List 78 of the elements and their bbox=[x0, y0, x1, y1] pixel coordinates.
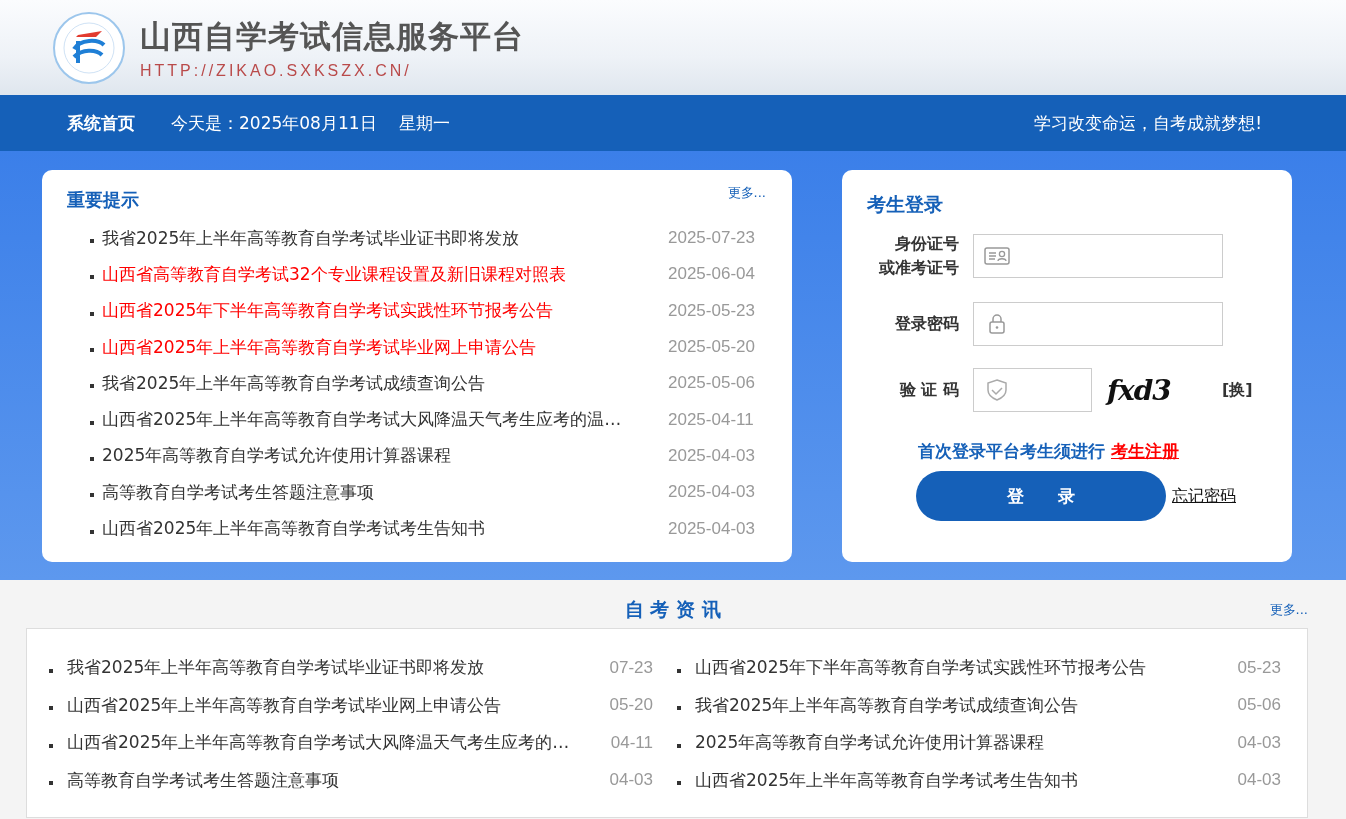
news-link[interactable]: 我省2025年上半年高等教育自学考试毕业证书即将发放 bbox=[67, 656, 596, 680]
notice-date: 2025-04-11 bbox=[668, 409, 755, 430]
notice-link[interactable]: 高等教育自学考试考生答题注意事项 bbox=[102, 480, 660, 504]
more-link[interactable]: 更多... bbox=[1269, 601, 1308, 619]
site-url: HTTP://ZIKAO.SXKSZX.CN/ bbox=[140, 61, 413, 80]
weekday-text: 星期一 bbox=[398, 111, 450, 135]
bullet-icon bbox=[49, 743, 53, 748]
notice-date: 2025-06-04 bbox=[668, 264, 756, 285]
register-link[interactable]: 考生注册 bbox=[1111, 440, 1179, 463]
notice-date: 2025-05-20 bbox=[668, 337, 756, 358]
date-text: 今天是：2025年08月11日 bbox=[171, 111, 377, 135]
news-link[interactable]: 高等教育自学考试考生答题注意事项 bbox=[67, 768, 596, 792]
notice-link[interactable]: 我省2025年上半年高等教育自学考试成绩查询公告 bbox=[102, 371, 660, 395]
home-link[interactable]: 系统首页 bbox=[67, 111, 135, 135]
news-link[interactable]: 山西省2025年上半年高等教育自学考试大风降温天气考生应考的… bbox=[67, 731, 597, 755]
bullet-icon bbox=[90, 456, 94, 461]
notice-date: 2025-04-03 bbox=[668, 445, 756, 466]
notice-date: 2025-07-23 bbox=[668, 228, 756, 249]
notice-link[interactable]: 我省2025年上半年高等教育自学考试毕业证书即将发放 bbox=[102, 226, 660, 250]
login-button[interactable]: 登 录 bbox=[916, 471, 1166, 521]
news-date: 04-03 bbox=[1237, 732, 1281, 753]
news-date: 04-03 bbox=[609, 770, 653, 791]
news-date: 04-11 bbox=[610, 732, 653, 753]
notices-title: 重要提示 bbox=[67, 188, 139, 212]
bullet-icon bbox=[49, 668, 53, 673]
field-label: 验 证 码 bbox=[898, 379, 959, 401]
field-label: 身份证号 bbox=[895, 233, 959, 255]
notice-link[interactable]: 山西省2025年上半年高等教育自学考试大风降温天气考生应考的温… bbox=[102, 408, 660, 432]
news-date: 05-20 bbox=[609, 695, 653, 716]
bullet-icon bbox=[677, 781, 681, 786]
notice-link[interactable]: 山西省高等教育自学考试32个专业课程设置及新旧课程对照表 bbox=[102, 262, 660, 286]
notice-link[interactable]: 山西省2025年上半年高等教育自学考试毕业网上申请公告 bbox=[102, 335, 660, 359]
slogan-text: 学习改变命运，自考成就梦想! bbox=[1034, 111, 1262, 135]
notice-date: 2025-05-06 bbox=[668, 373, 756, 394]
news-date: 05-23 bbox=[1237, 657, 1281, 678]
id-input-field[interactable] bbox=[973, 234, 1223, 278]
news-link[interactable]: 山西省2025年上半年高等教育自学考试考生告知书 bbox=[695, 768, 1224, 792]
bullet-icon bbox=[90, 493, 94, 498]
id-card-icon bbox=[984, 245, 1010, 267]
login-title: 考生登录 bbox=[867, 192, 944, 217]
news-link[interactable]: 山西省2025年下半年高等教育自学考试实践性环节报考公告 bbox=[695, 656, 1224, 680]
notice-link[interactable]: 2025年高等教育自学考试允许使用计算器课程 bbox=[102, 444, 660, 468]
captcha-image: fxd3 bbox=[1107, 373, 1172, 407]
notice-link[interactable]: 山西省2025年上半年高等教育自学考试考生告知书 bbox=[102, 517, 660, 540]
bullet-icon bbox=[90, 275, 94, 280]
news-link[interactable]: 山西省2025年上半年高等教育自学考试毕业网上申请公告 bbox=[67, 693, 596, 717]
site-title: 山西自学考试信息服务平台 bbox=[140, 16, 524, 56]
more-link[interactable]: 更多... bbox=[727, 184, 766, 202]
notice-date: 2025-04-03 bbox=[668, 482, 756, 503]
field-label: 登录密码 bbox=[894, 313, 959, 335]
news-link[interactable]: 2025年高等教育自学考试允许使用计算器课程 bbox=[695, 731, 1224, 755]
bullet-icon bbox=[90, 348, 94, 353]
bullet-icon bbox=[677, 668, 681, 673]
captcha-input-field[interactable] bbox=[973, 368, 1092, 412]
news-date: 04-03 bbox=[1237, 770, 1281, 791]
notice-date: 2025-04-03 bbox=[668, 518, 756, 539]
bullet-icon bbox=[90, 311, 94, 316]
news-date: 05-06 bbox=[1237, 695, 1281, 716]
notice-link[interactable]: 山西省2025年下半年高等教育自学考试实践性环节报考公告 bbox=[102, 299, 660, 323]
bullet-icon bbox=[90, 529, 94, 534]
shield-icon bbox=[984, 379, 1010, 401]
notice-date: 2025-05-23 bbox=[668, 300, 756, 321]
bullet-icon bbox=[49, 781, 53, 786]
bullet-icon bbox=[677, 743, 681, 748]
news-title: 自 考 资 讯 bbox=[623, 597, 721, 622]
news-link[interactable]: 我省2025年上半年高等教育自学考试成绩查询公告 bbox=[695, 693, 1224, 717]
forgot-password-link[interactable]: 忘记密码 bbox=[1172, 485, 1236, 507]
logo-icon bbox=[52, 10, 126, 85]
bullet-icon bbox=[90, 420, 94, 425]
bullet-icon bbox=[90, 239, 94, 244]
news-date: 07-23 bbox=[609, 657, 653, 678]
bullet-icon bbox=[49, 706, 53, 711]
refresh-captcha-link[interactable]: [换] bbox=[1222, 379, 1253, 401]
bullet-icon bbox=[677, 706, 681, 711]
field-label: 或准考证号 bbox=[879, 257, 959, 279]
password-input-field[interactable] bbox=[973, 302, 1223, 346]
register-prompt: 首次登录平台考生须进行 bbox=[918, 440, 1105, 463]
bullet-icon bbox=[90, 384, 94, 389]
